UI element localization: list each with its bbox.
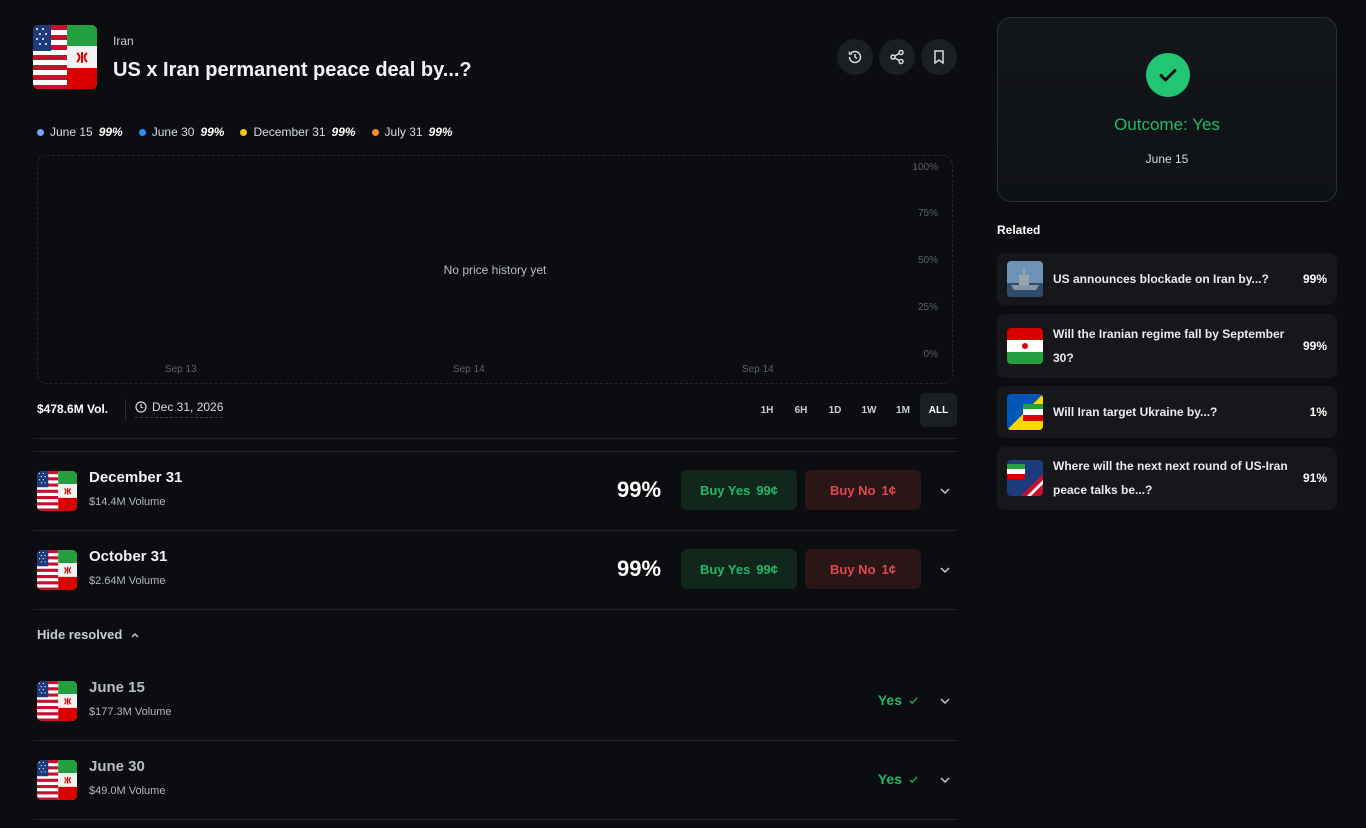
market-row-volume: $177.3M Volume — [89, 706, 172, 718]
legend-item: June 30 99% — [138, 125, 224, 139]
chevron-down-icon[interactable] — [937, 483, 953, 499]
market-row-volume: $14.4M Volume — [89, 496, 166, 508]
related-heading: Related — [997, 223, 1041, 237]
y-tick: 0% — [923, 349, 938, 360]
range-1w[interactable]: 1W — [852, 393, 886, 427]
market-row-image — [37, 550, 77, 590]
legend-dot — [240, 128, 248, 136]
price-chart[interactable]: No price history yet 100% 75% 50% 25% 0%… — [37, 155, 953, 384]
range-1m[interactable]: 1M — [886, 393, 920, 427]
ship-image — [1007, 261, 1043, 297]
history-button[interactable] — [837, 39, 873, 75]
range-1h[interactable]: 1H — [750, 393, 784, 427]
market-row-image — [37, 681, 77, 721]
related-title: Will the Iranian regime fall by Septembe… — [1053, 327, 1285, 365]
resolved-market-row[interactable]: June 15 $177.3M Volume Yes — [33, 661, 957, 740]
chevron-down-icon[interactable] — [937, 772, 953, 788]
check-circle-icon — [1146, 53, 1190, 97]
related-item[interactable]: Will the Iranian regime fall by Septembe… — [997, 314, 1337, 378]
legend-dot — [138, 128, 146, 136]
market-image — [33, 25, 97, 89]
related-pct: 1% — [1309, 405, 1327, 419]
outcome-card: Outcome: Yes June 15 — [997, 17, 1337, 202]
history-icon — [848, 50, 862, 64]
x-tick: Sep 13 — [165, 364, 197, 375]
market-row-probability: 99% — [617, 556, 662, 581]
y-tick: 75% — [917, 208, 938, 219]
market-row-title: October 31 — [89, 548, 168, 565]
related-title: US announces blockade on Iran by...? — [1053, 272, 1269, 286]
related-pct: 99% — [1302, 272, 1327, 286]
iran-ukraine-image — [1007, 394, 1043, 430]
page-title: US x Iran permanent peace deal by...? — [113, 59, 472, 81]
legend-item: July 31 99% — [371, 125, 453, 139]
related-pct: 99% — [1302, 339, 1327, 353]
chevron-up-icon — [131, 632, 139, 637]
related-item[interactable]: US announces blockade on Iran by...? 99% — [997, 253, 1337, 305]
bookmark-button[interactable] — [921, 39, 957, 75]
related-title: Will Iran target Ukraine by...? — [1053, 405, 1218, 419]
y-tick: 100% — [912, 162, 938, 173]
related-title: Where will the next next round of US-Ira… — [1053, 459, 1288, 497]
iran-flag-image — [1007, 328, 1043, 364]
check-icon — [909, 696, 918, 704]
chevron-down-icon[interactable] — [937, 562, 953, 578]
legend-dot — [37, 128, 44, 136]
range-1d[interactable]: 1D — [818, 393, 852, 427]
market-info-bar: $478.6M Vol. Dec 31, 2026 1H 6H 1D 1W 1M… — [37, 393, 957, 427]
range-all[interactable]: ALL — [920, 393, 957, 427]
legend-item: June 15 99% — [37, 125, 123, 139]
resolved-market-row[interactable]: June 30 $49.0M Volume Yes — [33, 740, 957, 819]
market-row-image — [37, 471, 77, 511]
chart-legend: June 15 99% June 30 99% December 31 99% Jul… — [37, 125, 453, 139]
related-item[interactable]: Where will the next next round of US-Ira… — [997, 447, 1337, 510]
market-row-title: June 30 — [89, 758, 145, 775]
time-range-selector: 1H 6H 1D 1W 1M ALL — [750, 393, 957, 427]
market-row[interactable]: December 31 $14.4M Volume 99% Buy Yes 99¢… — [33, 451, 957, 530]
market-row[interactable]: October 31 $2.64M Volume 99% Buy Yes 99¢ … — [33, 530, 957, 609]
hide-resolved-toggle[interactable]: Hide resolved — [37, 627, 140, 642]
y-tick: 50% — [917, 255, 938, 266]
buy-yes-button[interactable]: Buy Yes 99¢ — [681, 549, 797, 589]
market-row-volume: $2.64M Volume — [89, 575, 166, 587]
market-row-image — [37, 760, 77, 800]
x-tick: Sep 14 — [453, 364, 485, 375]
market-row-title: December 31 — [89, 469, 183, 486]
category-label[interactable]: Iran — [113, 34, 134, 48]
clock-icon — [135, 401, 147, 413]
total-volume: $478.6M Vol. — [37, 402, 109, 416]
buy-no-button[interactable]: Buy No 1¢ — [805, 470, 921, 510]
buy-no-button[interactable]: Buy No 1¢ — [805, 549, 921, 589]
market-row-volume: $49.0M Volume — [89, 785, 166, 797]
range-6h[interactable]: 6H — [784, 393, 818, 427]
share-icon — [890, 49, 904, 65]
bookmark-icon — [934, 50, 944, 65]
y-tick: 25% — [917, 302, 938, 313]
resolved-result: Yes — [878, 771, 919, 787]
share-button[interactable] — [879, 39, 915, 75]
us-iran-flag-image — [1007, 460, 1043, 496]
empty-chart-message: No price history yet — [443, 263, 547, 277]
related-pct: 91% — [1302, 471, 1327, 485]
outcome-date: June 15 — [1145, 152, 1189, 166]
market-row-probability: 99% — [617, 477, 662, 502]
buy-yes-button[interactable]: Buy Yes 99¢ — [681, 470, 797, 510]
market-header: Iran US x Iran permanent peace deal by..… — [33, 25, 957, 89]
end-date[interactable]: Dec 31, 2026 — [135, 400, 224, 418]
legend-item: December 31 99% — [240, 125, 356, 139]
x-tick: Sep 14 — [742, 364, 774, 375]
resolved-result: Yes — [878, 692, 919, 708]
chevron-down-icon[interactable] — [937, 693, 953, 709]
market-row-title: June 15 — [89, 679, 145, 696]
check-icon — [909, 775, 918, 783]
outcome-text: Outcome: Yes — [1114, 115, 1220, 134]
legend-dot — [371, 128, 379, 136]
related-item[interactable]: Will Iran target Ukraine by...? 1% — [997, 386, 1337, 438]
